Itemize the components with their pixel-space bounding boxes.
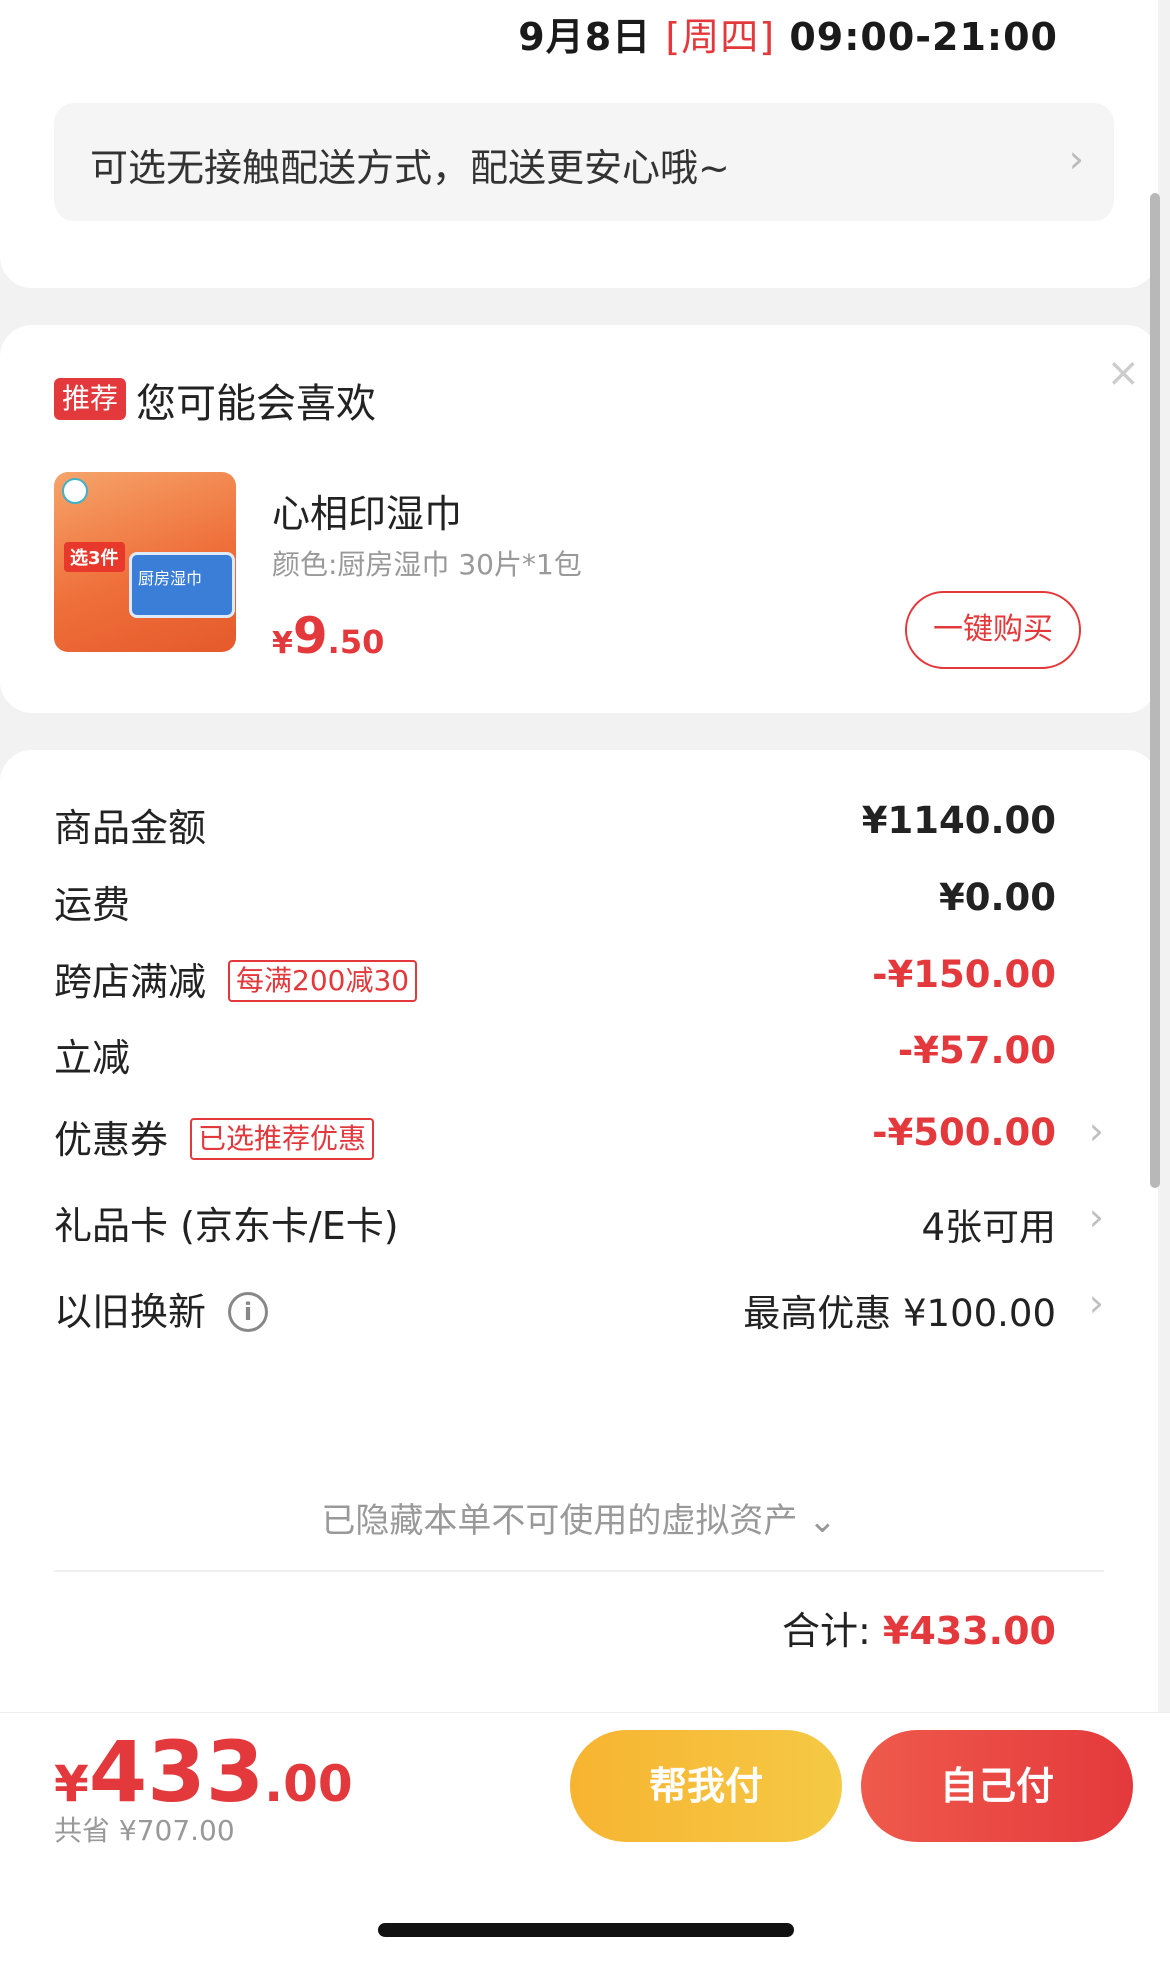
row-label-wrap: 以旧换新 i	[54, 1281, 269, 1336]
row-value: 最高优惠 ¥100.00	[743, 1292, 1056, 1335]
row-shipping: 运费 ¥0.00	[54, 874, 1104, 934]
home-indicator[interactable]	[378, 1923, 794, 1937]
recommend-title: 您可能会喜欢	[136, 381, 376, 427]
price-integer: 433	[88, 1723, 265, 1821]
row-value: -¥57.00	[897, 1029, 1056, 1072]
product-image[interactable]: 选3件 厨房湿巾	[54, 472, 236, 652]
row-label: 运费	[54, 883, 131, 927]
pay-myself-button[interactable]: 自己付	[861, 1730, 1133, 1842]
delivery-time-range: 09:00-21:00	[789, 15, 1058, 59]
price-decimal: .00	[264, 1755, 353, 1813]
wipes-pack-icon: 厨房湿巾	[129, 552, 235, 618]
product-image-tag: 选3件	[64, 542, 125, 572]
discount-rule-tag: 每满200减30	[228, 959, 418, 1002]
row-value: ¥0.00	[938, 876, 1056, 919]
row-instant-discount: 立减 -¥57.00	[54, 1027, 1104, 1087]
product-price: ¥9.50	[272, 607, 384, 665]
product-spec: 颜色:厨房湿巾 30片*1包	[272, 548, 582, 581]
contactless-delivery-option[interactable]: 可选无接触配送方式，配送更安心哦~ ›	[54, 103, 1114, 221]
order-summary-card: 商品金额 ¥1140.00 运费 ¥0.00 跨店满减 每满200减30 -¥15…	[0, 750, 1158, 1712]
price-symbol: ¥	[54, 1755, 89, 1813]
row-gift-card[interactable]: 礼品卡 (京东卡/E卡) 4张可用 ›	[54, 1195, 1104, 1255]
row-label: 以旧换新	[54, 1290, 207, 1334]
row-label: 优惠券	[54, 1118, 169, 1162]
total-label: 合计:	[782, 1609, 883, 1653]
row-label: 跨店满减	[54, 960, 207, 1004]
coupon-selected-tag: 已选推荐优惠	[190, 1117, 375, 1160]
divider	[54, 1570, 1104, 1572]
row-label-wrap: 跨店满减 每满200减30	[54, 951, 418, 1006]
delivery-card: 9月8日 [周四] 09:00-21:00 可选无接触配送方式，配送更安心哦~ …	[0, 0, 1158, 288]
row-coupon[interactable]: 优惠券 已选推荐优惠 -¥500.00 ›	[54, 1109, 1104, 1169]
recommend-card: 推荐 您可能会喜欢 × 选3件 厨房湿巾 心相印湿巾 颜色:厨房湿巾 30片*1…	[0, 325, 1158, 713]
row-label-wrap: 优惠券 已选推荐优惠	[54, 1109, 375, 1164]
row-label: 立减	[54, 1036, 131, 1080]
one-click-buy-button[interactable]: 一键购买	[905, 591, 1081, 669]
recommend-badge: 推荐	[54, 378, 127, 420]
pay-amount: ¥433.00	[54, 1723, 353, 1821]
chevron-right-icon: ›	[1088, 1195, 1104, 1239]
brand-logo-icon	[62, 478, 88, 504]
price-symbol: ¥	[272, 626, 293, 661]
row-trade-in[interactable]: 以旧换新 i 最高优惠 ¥100.00 ›	[54, 1281, 1104, 1341]
saved-amount: 共省 ¥707.00	[54, 1814, 235, 1847]
chevron-right-icon: ›	[1068, 137, 1084, 181]
row-label: 商品金额	[54, 806, 207, 850]
product-name[interactable]: 心相印湿巾	[272, 483, 462, 538]
info-icon[interactable]: i	[228, 1291, 269, 1332]
delivery-weekday: [周四]	[665, 15, 776, 59]
row-value: -¥150.00	[872, 953, 1056, 996]
row-goods-amount: 商品金额 ¥1140.00	[54, 797, 1104, 857]
scrollbar[interactable]	[1150, 193, 1160, 1188]
total-line: 合计: ¥433.00	[782, 1600, 1056, 1655]
chevron-right-icon: ›	[1088, 1109, 1104, 1153]
delivery-time: 9月8日 [周四] 09:00-21:00	[518, 6, 1058, 61]
chevron-right-icon: ›	[1088, 1281, 1104, 1325]
row-value: -¥500.00	[872, 1111, 1056, 1154]
total-value: ¥433.00	[882, 1609, 1056, 1653]
row-label: 礼品卡 (京东卡/E卡)	[54, 1204, 399, 1248]
close-icon[interactable]: ×	[1106, 350, 1140, 396]
row-value: 4张可用	[921, 1206, 1056, 1249]
price-integer: 9	[292, 607, 328, 665]
pack-label: 厨房湿巾	[138, 569, 203, 588]
row-cross-store-discount: 跨店满减 每满200减30 -¥150.00	[54, 951, 1104, 1011]
row-value: ¥1140.00	[861, 799, 1056, 842]
delivery-date: 9月8日	[518, 15, 652, 59]
price-decimal: .50	[327, 623, 385, 661]
help-me-pay-button[interactable]: 帮我付	[570, 1730, 842, 1842]
hidden-assets-toggle[interactable]: 已隐藏本单不可使用的虚拟资产 ⌄	[0, 1493, 1158, 1542]
contactless-text: 可选无接触配送方式，配送更安心哦~	[90, 146, 730, 190]
